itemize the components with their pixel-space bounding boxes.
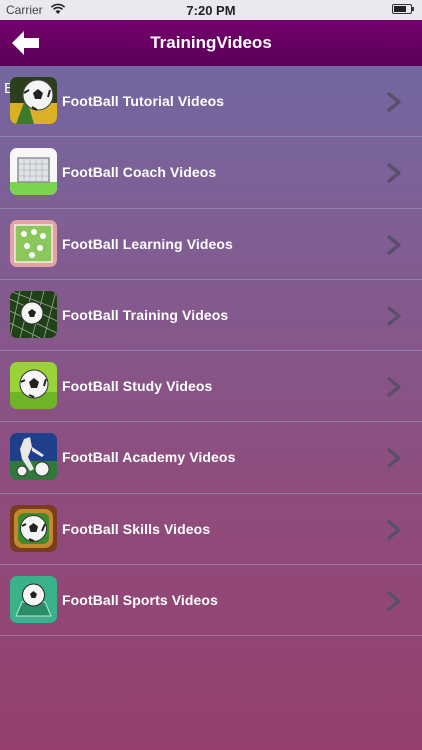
ball-on-pitch-icon (10, 576, 57, 624)
page-title: TrainingVideos (150, 33, 272, 52)
list-item-tutorial[interactable]: FootBall Tutorial Videos (0, 66, 422, 138)
chevron-right-icon (387, 448, 401, 469)
status-time: 7:20 PM (186, 3, 236, 18)
list-item-label: FootBall Learning Videos (62, 235, 233, 252)
soccer-ball-badge-icon (10, 504, 57, 552)
list-item-label: FootBall Academy Videos (62, 449, 236, 466)
chevron-right-icon (387, 306, 401, 326)
chevron-right-icon (387, 591, 401, 611)
ball-in-net-icon (10, 290, 57, 338)
list-item-label: FootBall Tutorial Videos (62, 93, 225, 109)
list-item-academy[interactable]: FootBall Academy Videos (0, 422, 422, 494)
list-item-sports[interactable]: FootBall Sports Videos (0, 565, 422, 637)
tactics-board-icon (10, 219, 57, 267)
list-item-study[interactable]: FootBall Study Videos (0, 351, 422, 423)
battery-icon (392, 4, 414, 14)
chevron-right-icon (387, 92, 401, 112)
list-item-label: FootBall Sports Videos (62, 592, 218, 609)
list-item-training[interactable]: FootBall Training Videos (0, 280, 422, 352)
soccer-ball-icon (10, 77, 57, 124)
navigation-bar: TrainingVideos (0, 20, 422, 66)
chevron-right-icon (387, 234, 401, 255)
list-item-coach[interactable]: FootBall Coach Videos (0, 137, 422, 209)
chevron-right-icon (387, 377, 401, 397)
chevron-right-icon (387, 520, 401, 540)
status-bar: Carrier 7:20 PM (0, 0, 422, 20)
soccer-goal-icon (10, 148, 57, 196)
list-item-label: FootBall Training Videos (62, 306, 229, 323)
chevron-right-icon (387, 163, 401, 183)
player-stadium-icon (10, 433, 57, 481)
list-item-label: FootBall Study Videos (62, 378, 213, 395)
list-item-skills[interactable]: FootBall Skills Videos (0, 494, 422, 566)
video-category-list: FootBall Tutorial Videos FootBall Coach … (0, 66, 422, 637)
list-item-label: FootBall Coach Videos (62, 164, 217, 181)
list-item-label: FootBall Skills Videos (62, 520, 211, 537)
list-item-learning[interactable]: FootBall Learning Videos (0, 209, 422, 280)
soccer-ball-grass-icon (10, 362, 57, 410)
